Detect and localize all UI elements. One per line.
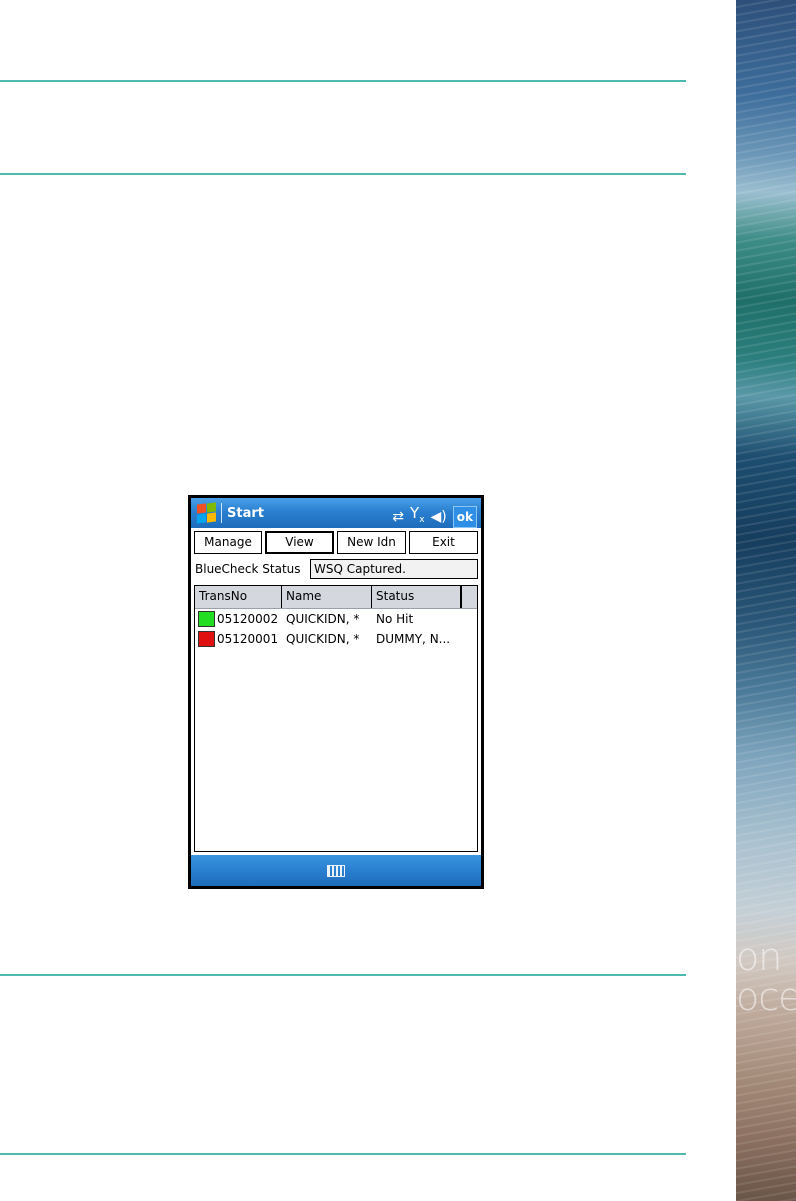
divider-rule-2 [0,173,686,175]
status-color-swatch [198,631,215,647]
list-header: TransNo Name Status [195,586,477,609]
list-item[interactable]: 05120001 QUICKIDN, * DUMMY, N... [195,629,477,649]
view-button[interactable]: View [265,531,334,554]
new-idn-button[interactable]: New Idn [337,531,406,554]
column-header-transno[interactable]: TransNo [195,586,282,608]
bluecheck-status-label: BlueCheck Status [195,562,301,576]
volume-icon[interactable]: ◀︎) [431,506,447,528]
status-cell: No Hit [376,612,414,626]
list-item[interactable]: 05120002 QUICKIDN, * No Hit [195,609,477,629]
status-row: BlueCheck Status WSQ Captured. [191,557,481,581]
divider-rule-1 [0,80,686,82]
title-bar: Start ⇄ Yx ◀︎) ok [191,498,481,528]
manage-button[interactable]: Manage [194,531,262,554]
transaction-list[interactable]: TransNo Name Status 05120002 QUICKIDN, *… [194,585,478,852]
ok-button[interactable]: ok [452,505,477,528]
connectivity-icon[interactable]: ⇄ [392,506,404,528]
title-separator [221,503,222,523]
status-color-swatch [198,611,215,627]
transno-value: 05120002 [217,612,279,626]
name-cell: QUICKIDN, * [286,632,360,646]
wave-overlay-text-2: oce [736,975,796,1019]
start-menu-title[interactable]: Start [227,506,264,521]
exit-button[interactable]: Exit [409,531,478,554]
transno-cell: 05120002 [195,611,282,627]
windows-logo-icon[interactable] [195,502,217,524]
wave-background-image [736,0,796,1201]
toolbar-buttons: Manage View New Idn Exit [191,528,481,554]
device-screen: Start ⇄ Yx ◀︎) ok Manage View New Idn Ex… [191,498,481,886]
name-cell: QUICKIDN, * [286,612,360,626]
wave-overlay-text-1: on [736,935,782,979]
transno-cell: 05120001 [195,631,282,647]
signal-off-icon[interactable]: Yx [410,502,425,531]
column-header-status[interactable]: Status [372,586,462,608]
system-tray: ⇄ Yx ◀︎) ok [392,502,477,531]
column-header-name[interactable]: Name [282,586,372,608]
transno-value: 05120001 [217,632,279,646]
bottom-menu-bar [191,855,481,886]
keyboard-icon[interactable] [327,864,345,877]
status-cell: DUMMY, N... [376,632,451,646]
bluecheck-status-field: WSQ Captured. [310,559,478,579]
divider-rule-3 [0,974,686,976]
divider-rule-4 [0,1153,686,1155]
pocketpc-screenshot: Start ⇄ Yx ◀︎) ok Manage View New Idn Ex… [188,495,484,889]
